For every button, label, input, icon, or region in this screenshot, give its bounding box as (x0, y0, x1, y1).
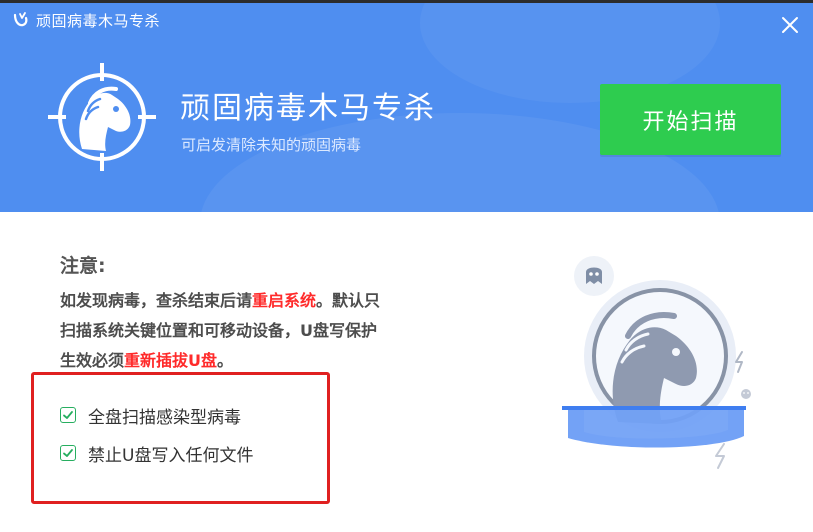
option-full-scan[interactable]: 全盘扫描感染型病毒 (60, 403, 241, 428)
notice-text-segment: 生效必须 (60, 351, 125, 370)
option-block-usb-write[interactable]: 禁止U盘写入任何文件 (60, 441, 254, 466)
horse-crosshair-icon (48, 63, 156, 171)
app-subtitle: 可启发清除未知的顽固病毒 (181, 136, 362, 154)
notice-text-segment: 扫描系统关键位置和可移动设备，U盘写保护 (60, 321, 377, 340)
notice-text-segment: 如发现病毒，查杀结束后请 (60, 291, 253, 310)
notice-title: 注意: (60, 255, 106, 277)
horse-shield-icon (562, 256, 751, 469)
app-title: 顽固病毒木马专杀 (180, 91, 436, 126)
start-scan-button[interactable]: 开始扫描 (600, 84, 781, 155)
antivirus-logo-icon (13, 12, 28, 27)
block-usb-write-checkbox[interactable] (60, 445, 76, 461)
antivirus-window: 顽固病毒木马专杀 顽固病毒木马专杀 可启发清除未知的顽固病毒 开始扫描 注意: … (0, 0, 813, 532)
close-icon[interactable] (776, 11, 804, 39)
full-scan-checkbox[interactable] (60, 407, 76, 423)
block-usb-write-label: 禁止U盘写入任何文件 (88, 445, 254, 466)
notice-line: 扫描系统关键位置和可移动设备，U盘写保护 (60, 316, 500, 346)
checkmark-icon (63, 411, 73, 419)
full-scan-label: 全盘扫描感染型病毒 (88, 407, 241, 428)
notice-text-segment: 。 (217, 351, 234, 370)
notice-line: 如发现病毒，查杀结束后请重启系统。默认只 (60, 286, 500, 316)
notice-highlight-restart: 重启系统 (252, 291, 317, 310)
window-title: 顽固病毒木马专杀 (36, 12, 161, 30)
header-banner: 顽固病毒木马专杀 顽固病毒木马专杀 可启发清除未知的顽固病毒 开始扫描 (0, 3, 813, 212)
checkmark-icon (63, 449, 73, 457)
notice-highlight-replug: 重新插拔U盘 (124, 351, 218, 370)
content-area: 注意: 如发现病毒，查杀结束后请重启系统。默认只 扫描系统关键位置和可移动设备，… (0, 212, 813, 532)
annotation-highlight-box (31, 372, 330, 504)
notice-text-segment: 。默认只 (316, 291, 381, 310)
notice-text: 如发现病毒，查杀结束后请重启系统。默认只 扫描系统关键位置和可移动设备，U盘写保… (60, 286, 500, 376)
